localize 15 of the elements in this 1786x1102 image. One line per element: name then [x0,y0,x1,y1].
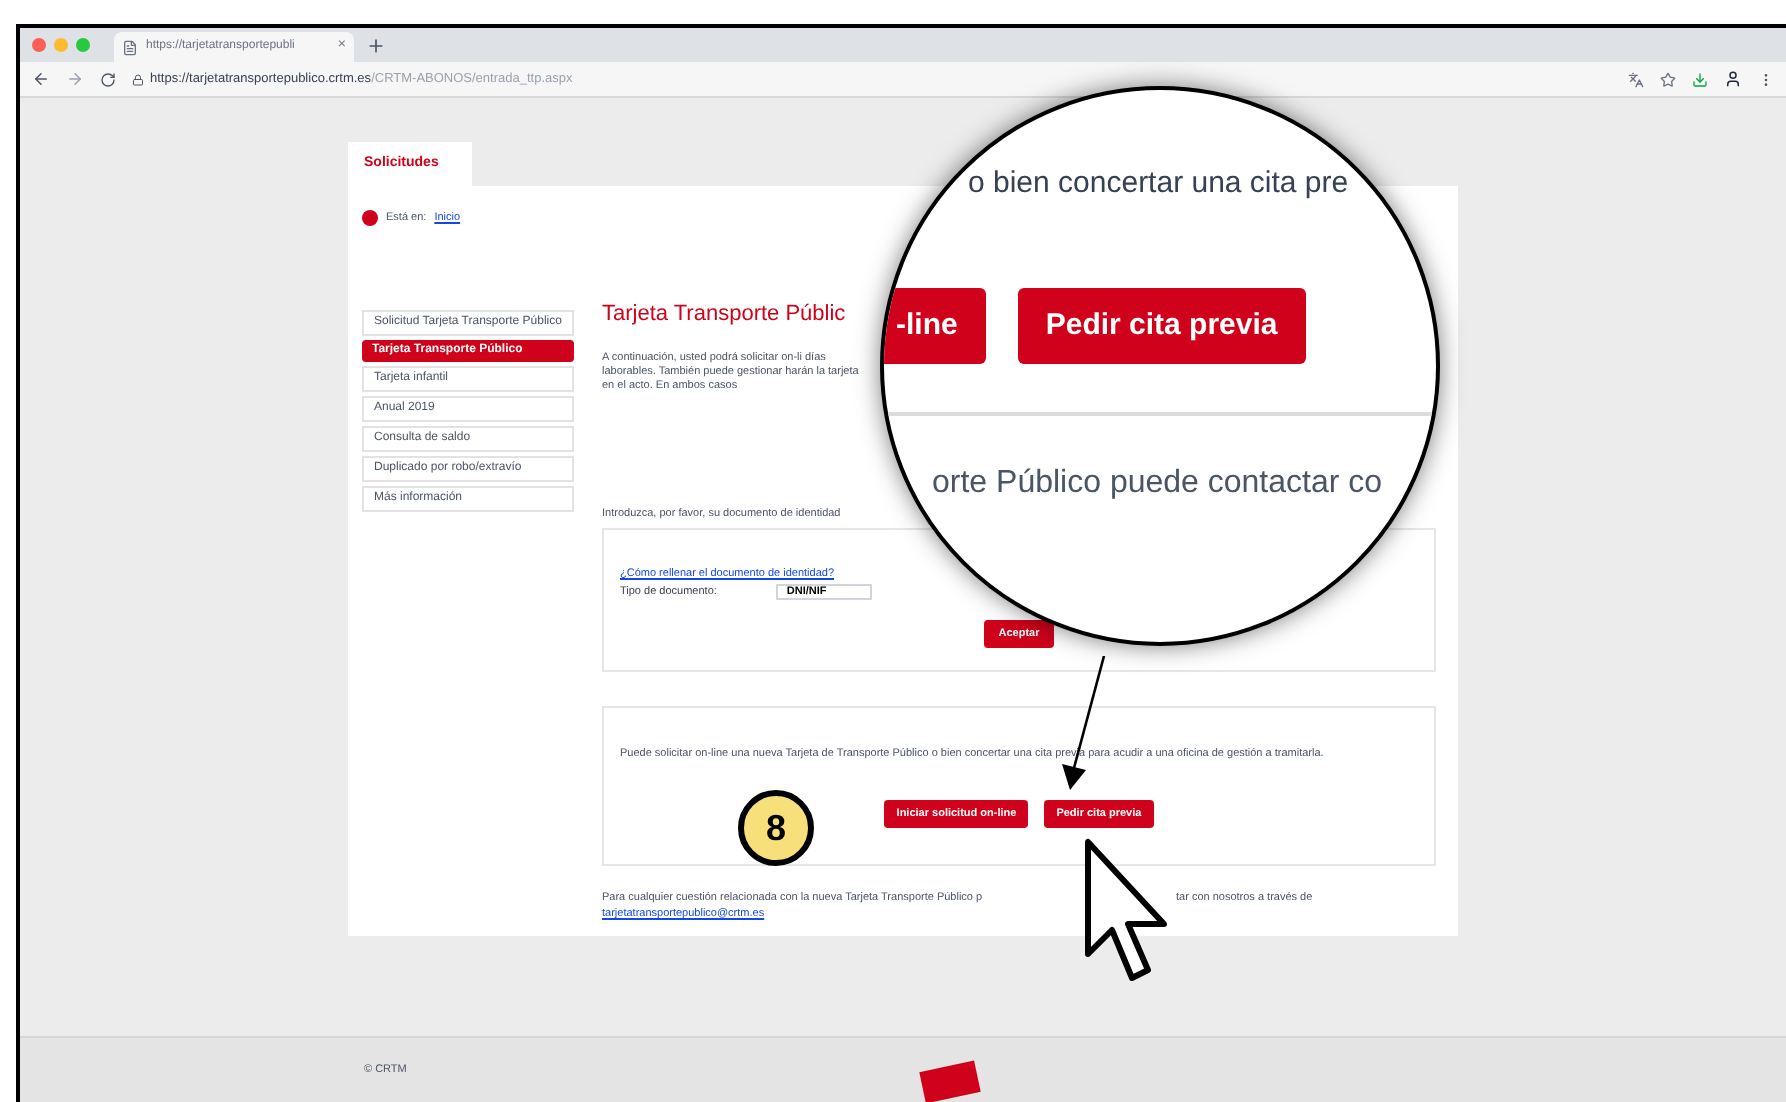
lock-icon [132,73,144,85]
new-tab-icon[interactable] [366,36,386,56]
reload-icon[interactable] [100,71,116,87]
magnified-text: orte Público puede contactar co [932,464,1383,504]
download-icon[interactable] [1692,71,1708,87]
magnified-text: o bien concertar una cita pre [968,164,1349,204]
forward-icon[interactable] [66,70,84,88]
location-icon [362,210,378,227]
logo-icon [920,1060,982,1102]
page-title: Tarjeta Transporte Públic [602,300,846,331]
translate-icon[interactable] [1628,71,1644,87]
bookmark-star-icon[interactable] [1660,71,1676,87]
profile-icon[interactable] [1724,70,1742,88]
back-icon[interactable] [32,70,50,88]
page-icon [122,39,138,55]
